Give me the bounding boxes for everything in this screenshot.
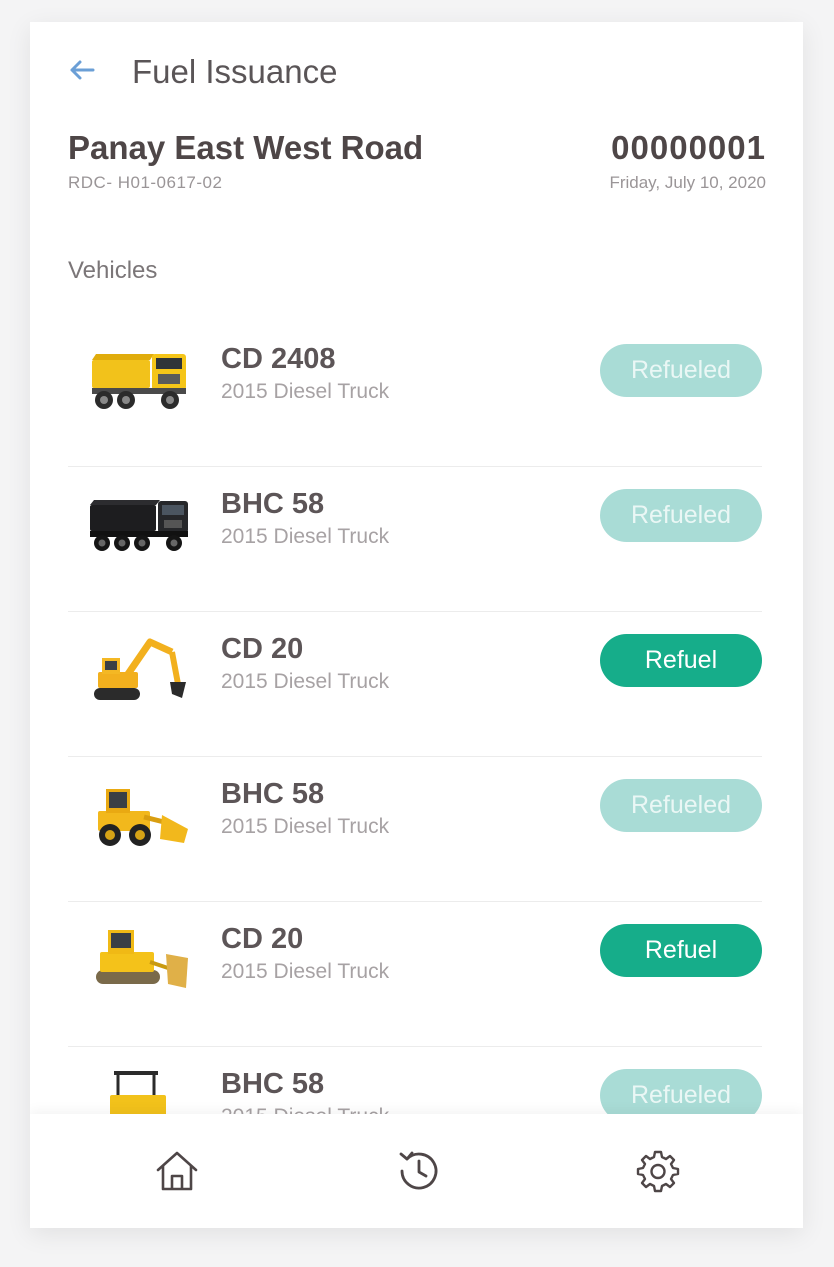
app-bar: Fuel Issuance [30, 22, 803, 122]
vehicle-description: 2015 Diesel Truck [221, 815, 390, 838]
app-screen: Fuel Issuance Panay East West Road RDC- … [30, 22, 803, 1228]
history-icon [399, 1151, 438, 1190]
nav-history-button[interactable] [393, 1146, 443, 1196]
bottom-navigation [30, 1114, 803, 1228]
project-code: RDC- H01-0617-02 [68, 173, 223, 192]
project-summary: Panay East West Road RDC- H01-0617-02 00… [68, 127, 766, 207]
vehicles-section-title: Vehicles [68, 257, 158, 284]
dump-truck-black-image [90, 500, 188, 551]
vehicle-description: 2015 Diesel Truck [221, 525, 390, 548]
vehicle-description: 2015 Diesel Truck [221, 380, 390, 403]
project-name: Panay East West Road [68, 129, 424, 166]
arrow-left-icon [70, 60, 95, 80]
dump-truck-yellow-image [92, 354, 186, 409]
vehicle-plate: BHC 58 [221, 1068, 325, 1100]
vehicle-plate: BHC 58 [221, 778, 325, 810]
vehicle-plate: CD 20 [221, 633, 304, 665]
issuance-number: 00000001 [611, 129, 766, 166]
vehicle-row[interactable]: CD 2408 2015 Diesel Truck Refueled [68, 322, 762, 467]
vehicle-plate: CD 20 [221, 923, 304, 955]
bulldozer-image [96, 930, 188, 988]
settings-gear-icon [636, 1150, 680, 1193]
refueled-button[interactable]: Refueled [600, 779, 762, 832]
refueled-button[interactable]: Refueled [600, 489, 762, 542]
vehicle-list: CD 2408 2015 Diesel Truck Refueled BHC 5… [68, 322, 762, 1192]
refuel-button[interactable]: Refuel [600, 924, 762, 977]
wheel-loader-image [98, 789, 188, 846]
home-icon [156, 1151, 198, 1191]
vehicle-row[interactable]: BHC 58 2015 Diesel Truck Refueled [68, 757, 762, 902]
refueled-button[interactable]: Refueled [600, 344, 762, 397]
vehicle-row[interactable]: CD 20 2015 Diesel Truck Refuel [68, 902, 762, 1047]
vehicle-description: 2015 Diesel Truck [221, 670, 390, 693]
back-button[interactable] [64, 52, 100, 88]
vehicle-row[interactable]: CD 20 2015 Diesel Truck Refuel [68, 612, 762, 757]
vehicle-plate: CD 2408 [221, 343, 336, 375]
page-title: Fuel Issuance [132, 53, 338, 90]
nav-home-button[interactable] [152, 1146, 202, 1196]
vehicle-plate: BHC 58 [221, 488, 325, 520]
excavator-image [94, 638, 186, 700]
vehicle-row[interactable]: BHC 58 2015 Diesel Truck Refueled [68, 467, 762, 612]
issuance-date: Friday, July 10, 2020 [609, 173, 766, 192]
vehicle-description: 2015 Diesel Truck [221, 960, 390, 983]
nav-settings-button[interactable] [633, 1146, 683, 1196]
refuel-button[interactable]: Refuel [600, 634, 762, 687]
